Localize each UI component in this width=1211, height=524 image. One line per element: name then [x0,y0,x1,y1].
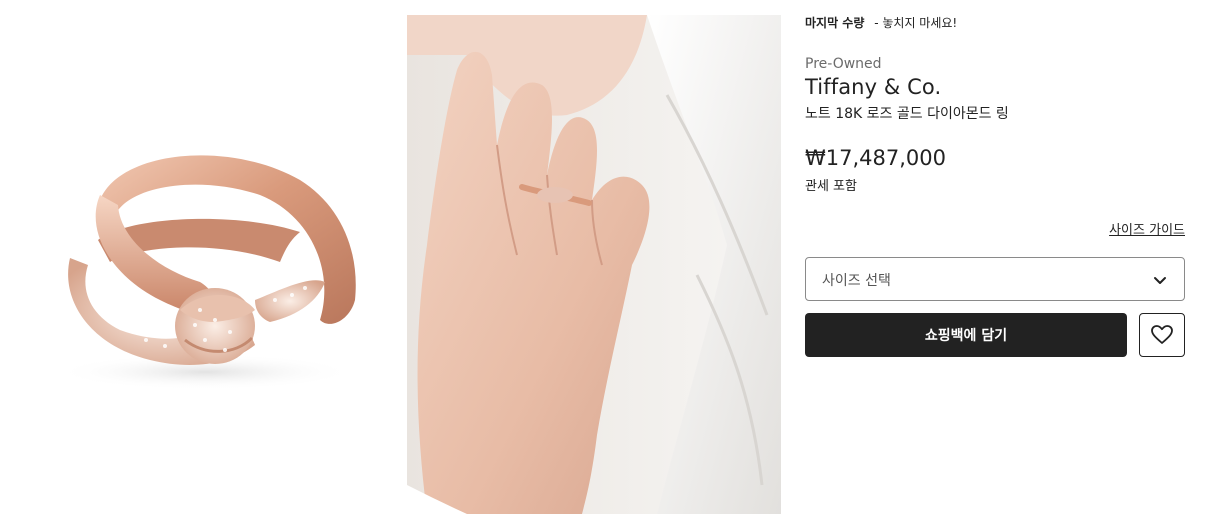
condition-label: Pre-Owned [805,56,882,72]
product-details: 마지막 수량 - 놓치지 마세요! Pre-Owned Tiffany & Co… [805,0,1185,524]
urgency-message: - 놓치지 마세요! [874,16,958,30]
size-guide-link[interactable]: 사이즈 가이드 [1109,219,1185,238]
brand-name[interactable]: Tiffany & Co. [805,75,941,99]
product-name: 노트 18K 로즈 골드 다이아몬드 링 [805,106,1009,122]
wishlist-button[interactable] [1139,313,1185,357]
add-to-bag-button[interactable]: 쇼핑백에 담기 [805,313,1127,357]
ring-illustration [55,155,356,390]
model-photo[interactable] [407,15,781,514]
urgency-label: 마지막 수량 [805,16,865,30]
product-image[interactable] [0,0,400,524]
heart-icon [1151,325,1173,344]
urgency-banner: 마지막 수량 - 놓치지 마세요! [805,14,957,31]
chevron-down-icon [1154,277,1166,284]
tax-note: 관세 포함 [805,179,857,194]
size-select-placeholder: 사이즈 선택 [822,273,891,289]
hand-illustration [407,15,781,514]
product-page: 마지막 수량 - 놓치지 마세요! Pre-Owned Tiffany & Co… [0,0,1211,524]
size-select[interactable]: 사이즈 선택 [805,257,1185,301]
product-price: ₩17,487,000 [805,146,947,170]
